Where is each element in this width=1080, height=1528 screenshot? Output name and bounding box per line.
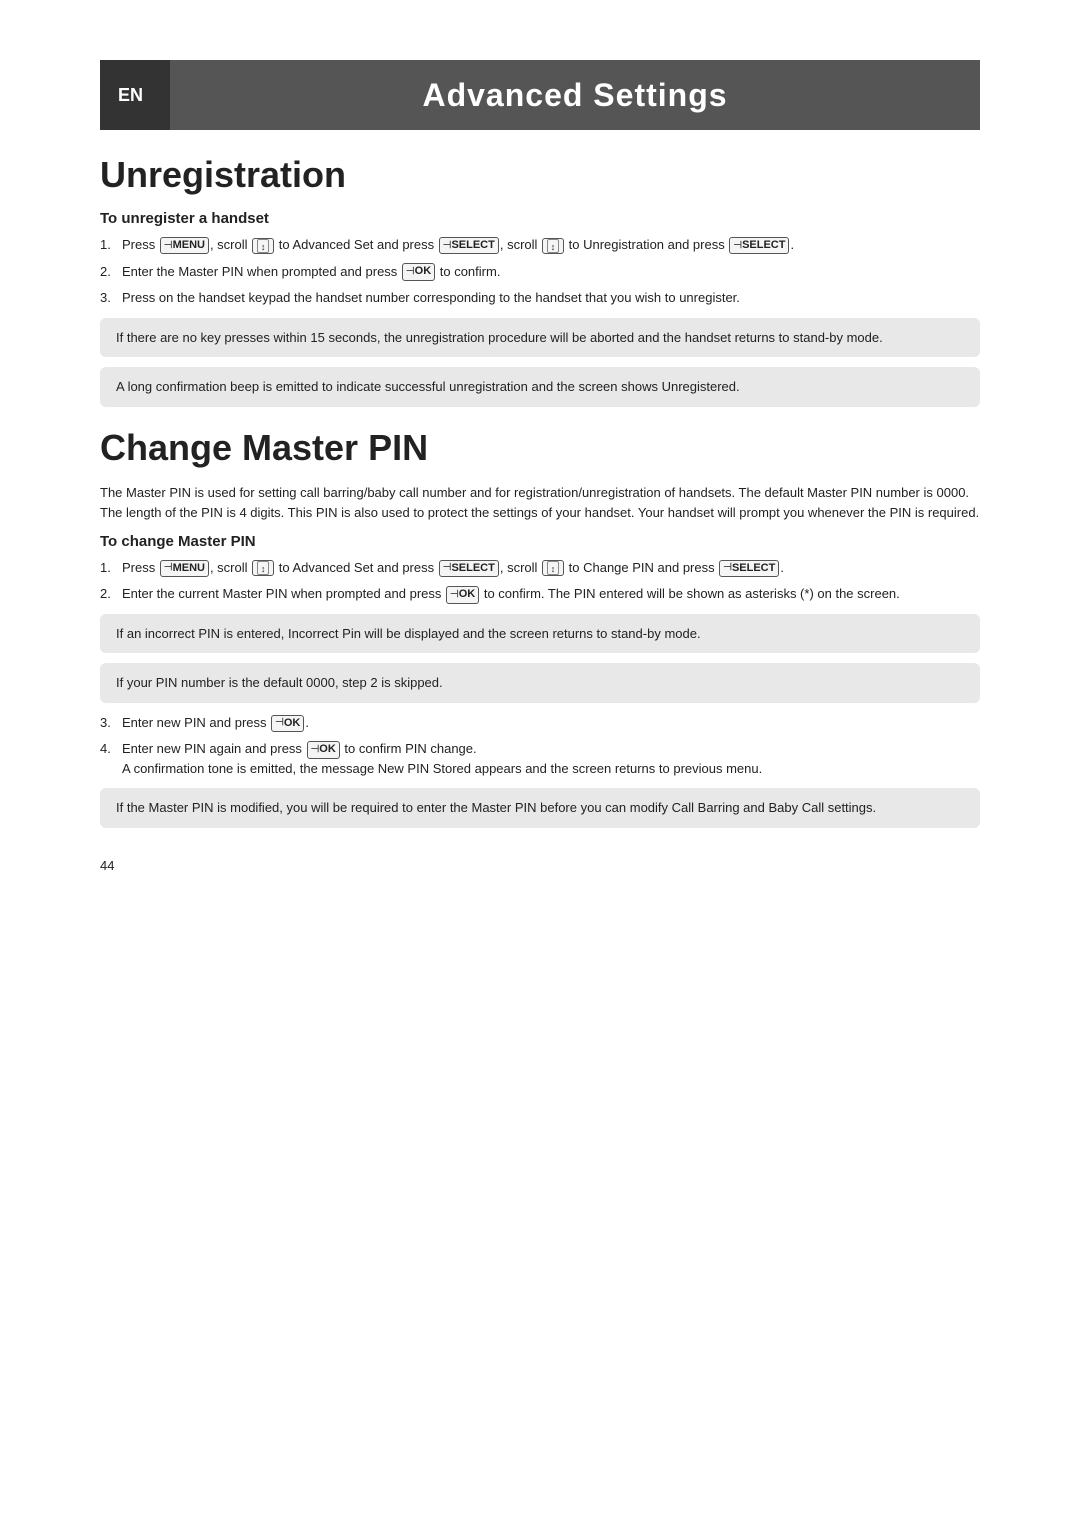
header-bar: EN Advanced Settings: [100, 60, 980, 130]
step-item: 3. Enter new PIN and press ⊣OK.: [100, 713, 980, 733]
unregister-handset-subtitle: To unregister a handset: [100, 210, 980, 227]
step-number: 3.: [100, 713, 122, 733]
step-item: 1. Press ⊣MENU, scroll ↕ to Advanced Set…: [100, 235, 980, 255]
step-number: 2.: [100, 262, 122, 282]
scroll-icon-2: ↕: [542, 238, 564, 254]
scroll-icon-2: ↕: [542, 560, 564, 576]
change-pin-title: Change Master PIN: [100, 427, 980, 469]
step-number: 4.: [100, 739, 122, 759]
select-button-icon: ⊣SELECT: [439, 237, 499, 254]
step-text: Enter the Master PIN when prompted and p…: [122, 262, 980, 282]
page-number: 44: [100, 858, 980, 873]
step-text: Press ⊣MENU, scroll ↕ to Advanced Set an…: [122, 235, 980, 255]
scroll-icon-1: ↕: [252, 560, 274, 576]
step-number: 2.: [100, 584, 122, 604]
page-title: Advanced Settings: [170, 77, 980, 114]
step-item: 3. Press on the handset keypad the hands…: [100, 288, 980, 308]
select-button-icon: ⊣SELECT: [439, 560, 499, 577]
step-number: 1.: [100, 235, 122, 255]
step-number: 1.: [100, 558, 122, 578]
menu-button-icon: ⊣MENU: [160, 560, 209, 577]
step-text: Enter the current Master PIN when prompt…: [122, 584, 980, 604]
scroll-icon-1: ↕: [252, 238, 274, 254]
change-pin-note2: If your PIN number is the default 0000, …: [100, 663, 980, 703]
step-item: 2. Enter the Master PIN when prompted an…: [100, 262, 980, 282]
change-pin-note1: If an incorrect PIN is entered, Incorrec…: [100, 614, 980, 654]
change-pin-steps1: 1. Press ⊣MENU, scroll ↕ to Advanced Set…: [100, 558, 980, 604]
select-button-icon-2: ⊣SELECT: [719, 560, 779, 577]
ok-button-icon: ⊣OK: [446, 586, 479, 603]
ok-button-icon: ⊣OK: [271, 715, 304, 732]
change-master-pin-section: Change Master PIN The Master PIN is used…: [100, 427, 980, 828]
step-item: 4. Enter new PIN again and press ⊣OK to …: [100, 739, 980, 778]
step-text: Enter new PIN again and press ⊣OK to con…: [122, 739, 980, 778]
step-number: 3.: [100, 288, 122, 308]
step-text: Press on the handset keypad the handset …: [122, 288, 980, 308]
ok-button-icon: ⊣OK: [307, 741, 340, 758]
ok-button-icon: ⊣OK: [402, 263, 435, 280]
language-badge: EN: [100, 60, 170, 130]
unregistration-note2: A long confirmation beep is emitted to i…: [100, 367, 980, 407]
unregistration-section: Unregistration To unregister a handset 1…: [100, 154, 980, 407]
change-master-pin-subtitle: To change Master PIN: [100, 533, 980, 550]
unregistration-steps: 1. Press ⊣MENU, scroll ↕ to Advanced Set…: [100, 235, 980, 308]
change-pin-intro: The Master PIN is used for setting call …: [100, 483, 980, 523]
unregistration-title: Unregistration: [100, 154, 980, 196]
step-item: 2. Enter the current Master PIN when pro…: [100, 584, 980, 604]
step-text: Enter new PIN and press ⊣OK.: [122, 713, 980, 733]
step-text: Press ⊣MENU, scroll ↕ to Advanced Set an…: [122, 558, 980, 578]
step-item: 1. Press ⊣MENU, scroll ↕ to Advanced Set…: [100, 558, 980, 578]
change-pin-steps2: 3. Enter new PIN and press ⊣OK. 4. Enter…: [100, 713, 980, 779]
select-button-icon-2: ⊣SELECT: [729, 237, 789, 254]
page: EN Advanced Settings Unregistration To u…: [0, 0, 1080, 1528]
change-pin-note3: If the Master PIN is modified, you will …: [100, 788, 980, 828]
menu-button-icon: ⊣MENU: [160, 237, 209, 254]
unregistration-note1: If there are no key presses within 15 se…: [100, 318, 980, 358]
